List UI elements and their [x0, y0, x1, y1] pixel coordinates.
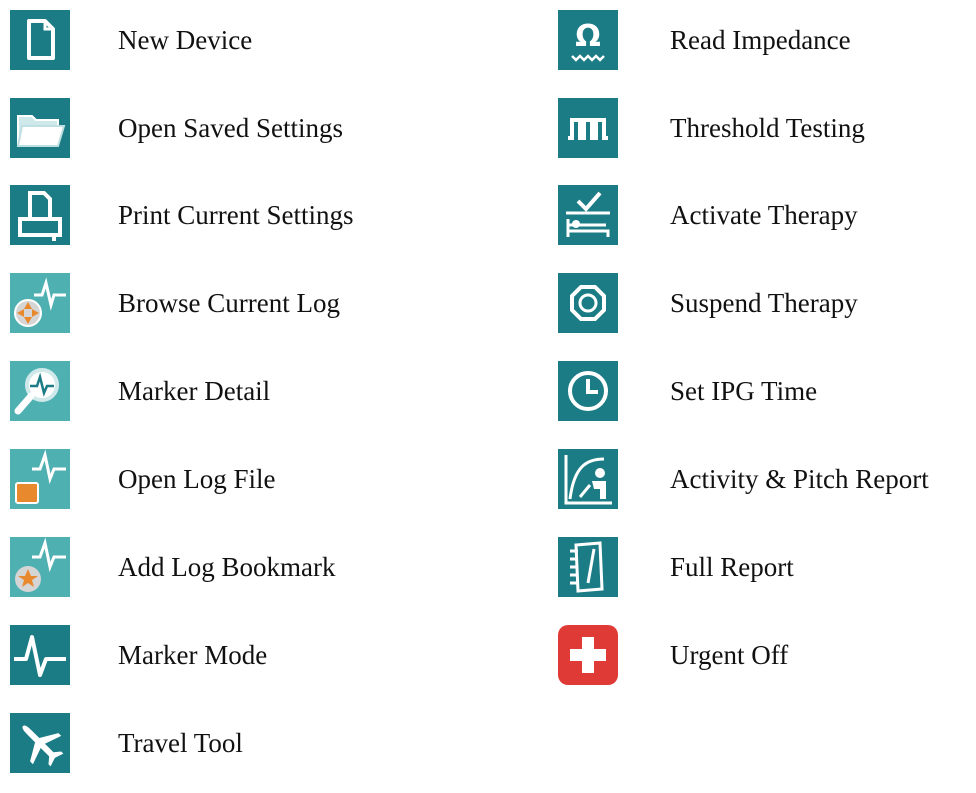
- legend-item-activate-therapy: Activate Therapy: [556, 180, 858, 250]
- ohm-impedance-icon: Ω: [556, 8, 620, 72]
- log-bookmark-star-icon: [8, 535, 72, 599]
- legend-item-set-ipg-time: Set IPG Time: [556, 356, 817, 426]
- printer-icon: [8, 183, 72, 247]
- open-folder-icon: [8, 96, 72, 160]
- notebook-report-icon: [556, 535, 620, 599]
- legend-item-travel-tool: Travel Tool: [8, 708, 243, 778]
- legend-label-open-saved-settings: Open Saved Settings: [118, 112, 343, 143]
- magnifier-waveform-icon: [8, 359, 72, 423]
- red-cross-icon: [556, 623, 620, 687]
- legend-label-set-ipg-time: Set IPG Time: [670, 375, 818, 406]
- legend-label-read-impedance: Read Impedance: [670, 24, 851, 55]
- legend-item-open-log-file: Open Log File: [8, 444, 275, 514]
- legend-item-print-current-settings: Print Current Settings: [8, 180, 354, 250]
- browse-log-icon: [8, 271, 72, 335]
- legend-item-open-saved-settings: Open Saved Settings: [8, 93, 343, 163]
- legend-label-open-log-file: Open Log File: [118, 463, 276, 494]
- octagon-stop-icon: [556, 271, 620, 335]
- legend-label-new-device: New Device: [118, 24, 253, 55]
- pulse-train-icon: [556, 96, 620, 160]
- legend-item-add-log-bookmark: Add Log Bookmark: [8, 532, 335, 602]
- new-document-icon: [8, 8, 72, 72]
- legend-label-travel-tool: Travel Tool: [118, 727, 243, 758]
- svg-text:Ω: Ω: [575, 19, 601, 54]
- legend-item-browse-current-log: Browse Current Log: [8, 268, 340, 338]
- legend-label-activity-pitch-report: Activity & Pitch Report: [670, 463, 929, 494]
- legend-label-add-log-bookmark: Add Log Bookmark: [118, 551, 336, 582]
- legend-label-marker-detail: Marker Detail: [118, 375, 271, 406]
- legend-label-print-current-settings: Print Current Settings: [118, 199, 354, 230]
- legend-label-marker-mode: Marker Mode: [118, 639, 268, 670]
- legend-label-browse-current-log: Browse Current Log: [118, 287, 340, 318]
- airplane-icon: [8, 711, 72, 775]
- activity-chart-person-icon: [556, 447, 620, 511]
- bed-checkmark-icon: [556, 183, 620, 247]
- legend-label-activate-therapy: Activate Therapy: [670, 199, 858, 230]
- legend-item-threshold-testing: Threshold Testing: [556, 93, 865, 163]
- legend-label-threshold-testing: Threshold Testing: [670, 112, 865, 143]
- legend-item-activity-pitch-report: Activity & Pitch Report: [556, 444, 929, 514]
- legend-label-suspend-therapy: Suspend Therapy: [670, 287, 858, 318]
- legend-item-new-device: New Device: [8, 5, 252, 75]
- waveform-icon: [8, 623, 72, 687]
- legend-item-read-impedance: Ω Read Impedance: [556, 5, 851, 75]
- legend-item-full-report: Full Report: [556, 532, 794, 602]
- legend-label-full-report: Full Report: [670, 551, 794, 582]
- open-log-file-icon: [8, 447, 72, 511]
- legend-item-urgent-off: Urgent Off: [556, 620, 788, 690]
- legend-item-marker-detail: Marker Detail: [8, 356, 270, 426]
- clock-icon: [556, 359, 620, 423]
- legend-label-urgent-off: Urgent Off: [670, 639, 789, 670]
- legend-item-suspend-therapy: Suspend Therapy: [556, 268, 858, 338]
- legend-item-marker-mode: Marker Mode: [8, 620, 267, 690]
